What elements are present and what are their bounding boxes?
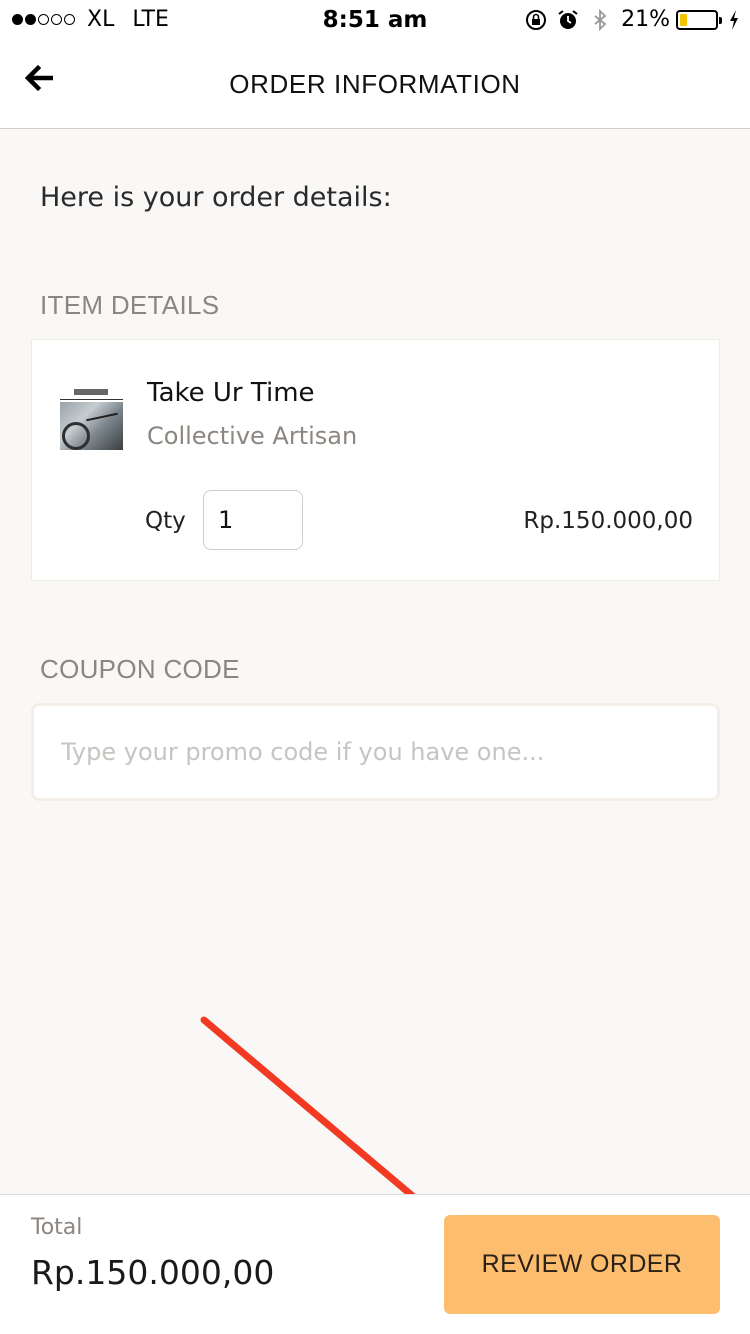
review-order-button[interactable]: REVIEW ORDER: [444, 1215, 720, 1314]
total-label: Total: [31, 1215, 83, 1240]
coupon-code-input[interactable]: [31, 703, 720, 801]
total-value: Rp.150.000,00: [31, 1253, 275, 1292]
item-artist: Collective Artisan: [147, 422, 358, 450]
charging-bolt-icon: [730, 9, 738, 30]
item-details-label: ITEM DETAILS: [40, 290, 220, 320]
item-title: Take Ur Time: [147, 378, 315, 408]
footer-bar: Total Rp.150.000,00 REVIEW ORDER: [0, 1194, 750, 1334]
qty-label: Qty: [145, 508, 186, 534]
coupon-code-label: COUPON CODE: [40, 654, 240, 684]
item-card: Take Ur Time Collective Artisan Qty Rp.1…: [31, 339, 720, 581]
status-right: 21%: [515, 7, 740, 32]
bluetooth-icon: [594, 8, 607, 31]
item-price: Rp.150.000,00: [523, 508, 693, 534]
intro-text: Here is your order details:: [40, 182, 392, 213]
battery-icon: [676, 9, 722, 30]
battery-percent: 21%: [621, 7, 670, 32]
orientation-lock-icon: [526, 9, 547, 30]
album-cover-image: [60, 388, 123, 450]
qty-input[interactable]: [203, 490, 303, 550]
nav-bar: ORDER INFORMATION: [0, 40, 750, 129]
page-title: ORDER INFORMATION: [229, 69, 521, 99]
alarm-icon: [558, 9, 578, 29]
battery-level: [680, 13, 688, 26]
status-bar: XL LTE 8:51 am 21%: [0, 0, 750, 40]
